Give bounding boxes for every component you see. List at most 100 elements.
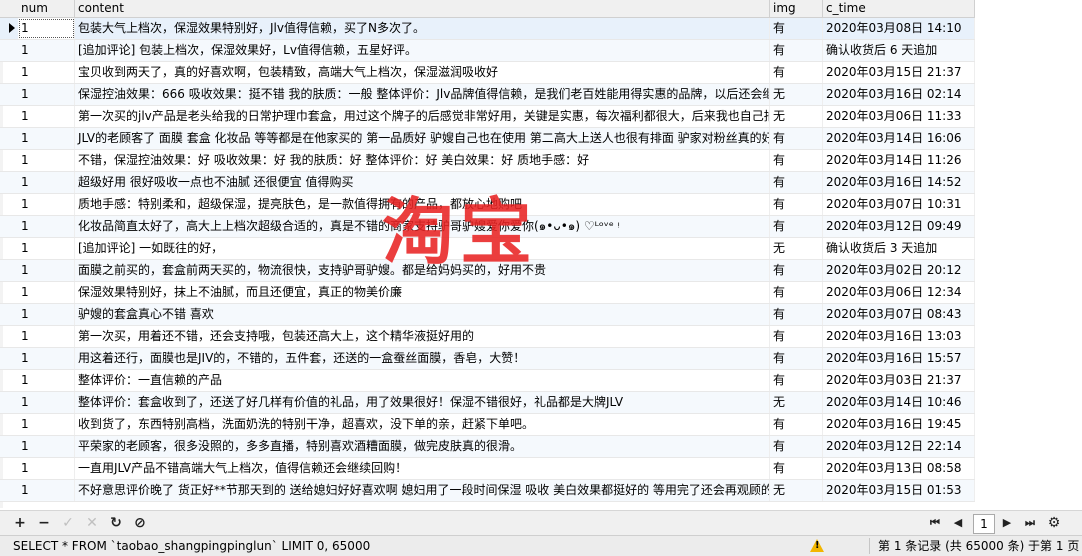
cell-img[interactable]: 有 xyxy=(770,436,823,457)
cell-c-time[interactable]: 确认收货后 3 天追加 xyxy=(823,238,975,259)
next-page-button[interactable]: ▶ xyxy=(999,515,1015,531)
cell-content[interactable]: 面膜之前买的，套盒前两天买的，物流很快，支持驴哥驴嫂。都是给妈妈买的，好用不贵 xyxy=(75,260,770,281)
row-marker[interactable] xyxy=(0,436,18,457)
row-marker[interactable] xyxy=(0,172,18,193)
cell-img[interactable]: 有 xyxy=(770,370,823,391)
table-row[interactable]: 1 整体评价：套盒收到了，还送了好几样有价值的礼品，用了效果很好！保湿不错很好，礼… xyxy=(0,392,975,414)
table-row[interactable]: 1 保湿效果特别好，抹上不油腻，而且还便宜，真正的物美价廉有 2020年03月06日… xyxy=(0,282,975,304)
cell-num[interactable]: 1 xyxy=(18,128,75,149)
cell-content[interactable]: 化妆品简直太好了，高大上上档次超级合适的，真是不错的商家支持驴哥驴嫂爱你爱你(๑… xyxy=(75,216,770,237)
cell-num[interactable]: 1 xyxy=(18,172,75,193)
cell-img[interactable]: 有 xyxy=(770,216,823,237)
cell-content[interactable]: [追加评论] 包装上档次，保湿效果好，Lv值得信赖，五星好评。 xyxy=(75,40,770,61)
current-row-arrow-icon[interactable] xyxy=(0,18,18,39)
cell-content[interactable]: 不好意思评价晚了 货正好**节那天到的 送给媳妇好好喜欢啊 媳妇用了一段时间保湿… xyxy=(75,480,770,501)
data-grid[interactable]: num content img c_time 1 包装大气上档次，保湿效果特别好，… xyxy=(0,0,1082,510)
cell-num[interactable]: 1 xyxy=(18,436,75,457)
row-marker[interactable] xyxy=(0,304,18,325)
table-row[interactable]: 1 JLV的老顾客了 面膜 套盒 化妆品 等等都是在他家买的 第一品质好 驴嫂自己… xyxy=(0,128,975,150)
row-marker[interactable] xyxy=(0,238,18,259)
row-marker[interactable] xyxy=(0,260,18,281)
cell-content[interactable]: 第一次买的jlv产品是老头给我的日常护理巾套盒，用过这个牌子的后感觉非常好用，关… xyxy=(75,106,770,127)
cell-c-time[interactable]: 2020年03月16日 15:57 xyxy=(823,348,975,369)
cell-c-time[interactable]: 2020年03月03日 21:37 xyxy=(823,370,975,391)
row-marker[interactable] xyxy=(0,370,18,391)
add-record-button[interactable]: + xyxy=(12,515,28,531)
cell-img[interactable]: 有 xyxy=(770,150,823,171)
table-row[interactable]: 1 质地手感：特别柔和，超级保湿，提亮肤色，是一款值得拥有的产品，都放心地购吧有 2… xyxy=(0,194,975,216)
cell-content[interactable]: 超级好用 很好吸收一点也不油腻 还很便宜 值得购买 xyxy=(75,172,770,193)
cell-img[interactable]: 无 xyxy=(770,106,823,127)
stop-button[interactable]: ⊘ xyxy=(132,515,148,531)
cell-c-time[interactable]: 2020年03月12日 09:49 xyxy=(823,216,975,237)
table-row[interactable]: 1 [追加评论] 包装上档次，保湿效果好，Lv值得信赖，五星好评。有确认收货后 6… xyxy=(0,40,975,62)
discard-changes-button[interactable]: ✕ xyxy=(84,515,100,531)
cell-num[interactable]: 1 xyxy=(18,282,75,303)
cell-num[interactable]: 1 xyxy=(18,260,75,281)
row-marker[interactable] xyxy=(0,40,18,61)
table-row[interactable]: 1 用这着还行，面膜也是JIV的，不错的，五件套，还送的一盒蚕丝面膜，香皂，大赞！… xyxy=(0,348,975,370)
table-row[interactable]: 1 第一次买，用着还不错，还会支持哦，包装还高大上，这个精华液挺好用的有 2020年… xyxy=(0,326,975,348)
table-row[interactable]: 1 宝贝收到两天了，真的好喜欢啊，包装精致，高端大气上档次，保湿滋润吸收好有 202… xyxy=(0,62,975,84)
row-marker[interactable] xyxy=(0,282,18,303)
cell-content[interactable]: 一直用JLV产品不错高端大气上档次，值得信赖还会继续回购！ xyxy=(75,458,770,479)
row-marker[interactable] xyxy=(0,216,18,237)
cell-c-time[interactable]: 2020年03月07日 08:43 xyxy=(823,304,975,325)
cell-c-time[interactable]: 2020年03月14日 10:46 xyxy=(823,392,975,413)
table-row[interactable]: 1 超级好用 很好吸收一点也不油腻 还很便宜 值得购买有 2020年03月16日 1… xyxy=(0,172,975,194)
cell-img[interactable]: 有 xyxy=(770,40,823,61)
cell-c-time[interactable]: 2020年03月12日 22:14 xyxy=(823,436,975,457)
table-row[interactable]: 1 不错，保湿控油效果：好 吸收效果：好 我的肤质：好 整体评价：好 美白效果：好… xyxy=(0,150,975,172)
cell-num[interactable]: 1 xyxy=(18,458,75,479)
row-marker[interactable] xyxy=(0,326,18,347)
cell-img[interactable]: 有 xyxy=(770,348,823,369)
cell-content[interactable]: 不错，保湿控油效果：好 吸收效果：好 我的肤质：好 整体评价：好 美白效果：好 … xyxy=(75,150,770,171)
row-marker[interactable] xyxy=(0,458,18,479)
cell-num[interactable]: 1 xyxy=(18,392,75,413)
column-header-num[interactable]: num xyxy=(18,0,75,17)
row-marker[interactable] xyxy=(0,480,18,501)
row-marker[interactable] xyxy=(0,106,18,127)
cell-content[interactable]: 包装大气上档次，保湿效果特别好，Jlv值得信赖，买了N多次了。 xyxy=(75,18,770,39)
column-header-img[interactable]: img xyxy=(770,0,823,17)
delete-record-button[interactable]: − xyxy=(36,515,52,531)
cell-img[interactable]: 无 xyxy=(770,84,823,105)
table-row[interactable]: 1 保湿控油效果：666 吸收效果：挺不错 我的肤质：一般 整体评价：Jlv品牌值… xyxy=(0,84,975,106)
cell-img[interactable]: 无 xyxy=(770,238,823,259)
cell-img[interactable]: 有 xyxy=(770,194,823,215)
row-marker[interactable] xyxy=(0,194,18,215)
cell-c-time[interactable]: 确认收货后 6 天追加 xyxy=(823,40,975,61)
column-header-content[interactable]: content xyxy=(75,0,770,17)
cell-img[interactable]: 有 xyxy=(770,414,823,435)
cell-content[interactable]: JLV的老顾客了 面膜 套盒 化妆品 等等都是在他家买的 第一品质好 驴嫂自己也… xyxy=(75,128,770,149)
cell-num[interactable]: 1 xyxy=(18,414,75,435)
cell-num[interactable]: 1 xyxy=(18,304,75,325)
cell-num[interactable]: 1 xyxy=(18,18,75,39)
cell-content[interactable]: 宝贝收到两天了，真的好喜欢啊，包装精致，高端大气上档次，保湿滋润吸收好 xyxy=(75,62,770,83)
cell-num[interactable]: 1 xyxy=(18,150,75,171)
cell-c-time[interactable]: 2020年03月16日 14:52 xyxy=(823,172,975,193)
cell-img[interactable]: 有 xyxy=(770,458,823,479)
cell-content[interactable]: 用这着还行，面膜也是JIV的，不错的，五件套，还送的一盒蚕丝面膜，香皂，大赞！ xyxy=(75,348,770,369)
table-row[interactable]: 1 第一次买的jlv产品是老头给我的日常护理巾套盒，用过这个牌子的后感觉非常好用，… xyxy=(0,106,975,128)
cell-content[interactable]: 整体评价：一直信赖的产品 xyxy=(75,370,770,391)
cell-content[interactable]: 平荣家的老顾客，很多没照的，多多直播，特别喜欢酒糟面膜，做完皮肤真的很滑。 xyxy=(75,436,770,457)
cell-num[interactable]: 1 xyxy=(18,84,75,105)
refresh-button[interactable]: ↻ xyxy=(108,515,124,531)
cell-img[interactable]: 有 xyxy=(770,260,823,281)
first-page-button[interactable]: ⏮ xyxy=(927,515,943,531)
cell-img[interactable]: 有 xyxy=(770,18,823,39)
cell-content[interactable]: 第一次买，用着还不错，还会支持哦，包装还高大上，这个精华液挺好用的 xyxy=(75,326,770,347)
cell-c-time[interactable]: 2020年03月16日 02:14 xyxy=(823,84,975,105)
cell-img[interactable]: 有 xyxy=(770,62,823,83)
table-row[interactable]: 1 [追加评论] 一如既往的好，无确认收货后 3 天追加 xyxy=(0,238,975,260)
row-marker[interactable] xyxy=(0,84,18,105)
cell-c-time[interactable]: 2020年03月14日 16:06 xyxy=(823,128,975,149)
cell-c-time[interactable]: 2020年03月15日 21:37 xyxy=(823,62,975,83)
cell-num[interactable]: 1 xyxy=(18,326,75,347)
cell-num[interactable]: 1 xyxy=(18,194,75,215)
cell-c-time[interactable]: 2020年03月15日 01:53 xyxy=(823,480,975,501)
cell-c-time[interactable]: 2020年03月13日 08:58 xyxy=(823,458,975,479)
cell-c-time[interactable]: 2020年03月14日 11:26 xyxy=(823,150,975,171)
table-row[interactable]: 1 驴嫂的套盒真心不错 喜欢有 2020年03月07日 08:43 xyxy=(0,304,975,326)
